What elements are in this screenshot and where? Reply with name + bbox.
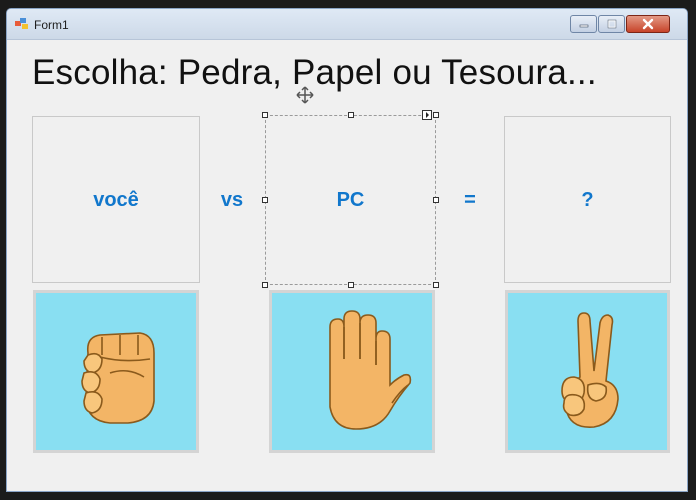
player-label: você <box>93 189 139 211</box>
smart-tag-arrow-icon <box>426 112 429 118</box>
close-button[interactable] <box>626 15 670 33</box>
close-icon <box>642 18 654 30</box>
smart-tag-button[interactable] <box>422 110 432 120</box>
window-title: Form1 <box>34 18 69 32</box>
resize-handle-e[interactable] <box>433 197 439 203</box>
title-bar[interactable]: Form1 <box>7 9 687 40</box>
player-picture[interactable] <box>33 290 199 453</box>
resize-handle-w[interactable] <box>262 197 268 203</box>
result-picture[interactable] <box>505 290 670 453</box>
scissors-victory-hand-icon <box>561 312 619 428</box>
resize-handle-nw[interactable] <box>262 112 268 118</box>
resize-handle-se[interactable] <box>433 282 439 288</box>
resize-handle-sw[interactable] <box>262 282 268 288</box>
versus-label: vs <box>220 189 244 211</box>
designer-selection-frame <box>265 115 436 285</box>
resize-handle-s[interactable] <box>348 282 354 288</box>
minimize-icon <box>579 24 588 28</box>
rock-fist-icon <box>81 332 155 424</box>
maximize-button[interactable] <box>598 15 625 33</box>
resize-handle-n[interactable] <box>348 112 354 118</box>
equals-label: = <box>464 189 476 211</box>
form1-window: Form1 Escolha: Pedra, Papel ou Tesoura..… <box>6 8 688 492</box>
page-title: Escolha: Pedra, Papel ou Tesoura... <box>32 53 597 92</box>
app-icon <box>15 18 28 29</box>
minimize-button[interactable] <box>570 15 597 33</box>
resize-handle-ne[interactable] <box>433 112 439 118</box>
move-cursor-icon <box>296 86 314 104</box>
result-label: ? <box>581 189 594 211</box>
paper-hand-icon <box>329 310 412 430</box>
maximize-icon <box>607 19 616 29</box>
pc-picture[interactable] <box>269 290 435 453</box>
